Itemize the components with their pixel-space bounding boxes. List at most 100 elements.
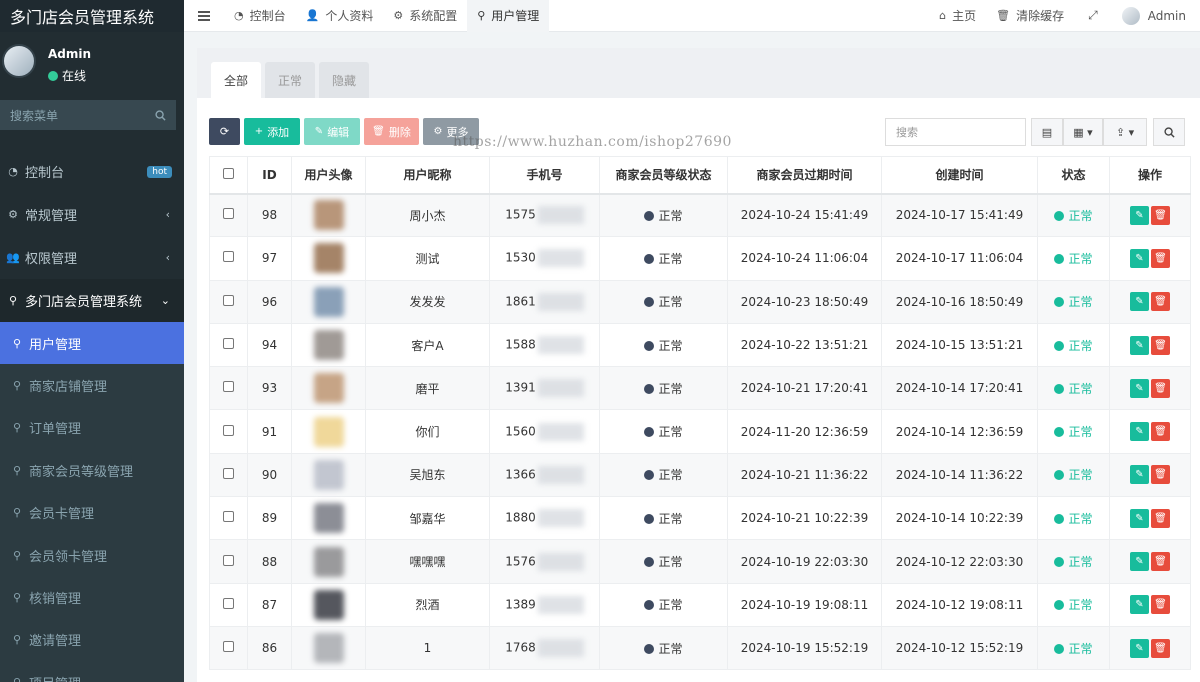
refresh-button[interactable]: ⟳ [209, 118, 240, 145]
trash-icon: 🗑 [1154, 339, 1167, 351]
home-link[interactable]: ⌂ 主页 [929, 0, 986, 32]
sidebar-item-permission[interactable]: 👥 权限管理 ‹ [0, 236, 184, 279]
row-checkbox-cell[interactable] [209, 366, 248, 411]
row-edit-button[interactable]: ✎ [1130, 205, 1149, 225]
row-edit-button[interactable]: ✎ [1130, 378, 1149, 398]
row-checkbox-cell[interactable] [209, 452, 248, 498]
table-row[interactable]: 91 你们 1560 正常 2024-11-20 12:36:59 2024-10-14 … [209, 409, 1191, 454]
row-checkbox[interactable] [223, 381, 234, 393]
tab-profile[interactable]: 👤 个人资料 [296, 0, 384, 32]
sidebar-item-card-claim[interactable]: ⚲ 会员领卡管理 [0, 533, 184, 577]
table-row[interactable]: 86 1 1768 正常 2024-10-19 15:52:19 2024-10-12 1… [209, 625, 1191, 671]
row-edit-button[interactable]: ✎ [1130, 552, 1149, 572]
map-marker-icon: ⚲ [12, 379, 22, 393]
row-checkbox[interactable] [223, 554, 234, 566]
row-checkbox-cell[interactable] [209, 582, 248, 627]
table-row[interactable]: 90 吴旭东 1366 正常 2024-10-21 11:36:22 2024-10-14… [209, 452, 1191, 498]
sidebar-item-invitation[interactable]: ⚲ 邀请管理 [0, 618, 184, 662]
row-checkbox[interactable] [223, 294, 234, 306]
tab-all[interactable]: 全部 [211, 62, 261, 98]
row-checkbox-cell[interactable] [209, 409, 248, 454]
row-checkbox[interactable] [223, 641, 234, 653]
sidebar-item-order-management[interactable]: ⚲ 订单管理 [0, 406, 184, 450]
table-row[interactable]: 93 磨平 1391 正常 2024-10-21 17:20:41 2024-10-14 … [209, 366, 1191, 411]
table-row[interactable]: 98 周小杰 1575 正常 2024-10-24 15:41:49 2024-10-17… [209, 192, 1191, 238]
sidebar-item-member-level[interactable]: ⚲ 商家会员等级管理 [0, 449, 184, 492]
row-checkbox-cell[interactable] [209, 236, 248, 281]
row-edit-button[interactable]: ✎ [1130, 248, 1149, 268]
toggle-view-button[interactable]: ▤ [1031, 118, 1063, 146]
sidebar-item-multistore[interactable]: ⚲ 多门店会员管理系统 ⌄ [0, 279, 184, 322]
row-checkbox[interactable] [223, 597, 234, 609]
table-row[interactable]: 87 烈酒 1389 正常 2024-10-19 19:08:11 2024-10-12 … [209, 582, 1191, 627]
table-row[interactable]: 89 邹嘉华 1880 正常 2024-10-21 10:22:39 2024-10-14… [209, 496, 1191, 541]
row-edit-button[interactable]: ✎ [1130, 422, 1149, 442]
tab-hidden[interactable]: 隐藏 [319, 62, 369, 98]
phone-redacted [537, 639, 584, 658]
row-checkbox[interactable] [223, 338, 234, 350]
row-checkbox-cell[interactable] [209, 279, 248, 324]
sidebar-item-member-card[interactable]: ⚲ 会员卡管理 [0, 491, 184, 534]
table-row[interactable]: 96 发发发 1861 正常 2024-10-23 18:50:49 2024-10-16… [209, 279, 1191, 324]
row-edit-button[interactable]: ✎ [1130, 335, 1149, 355]
row-delete-button[interactable]: 🗑 [1151, 248, 1170, 268]
tab-normal[interactable]: 正常 [265, 62, 315, 98]
column-header-id[interactable]: ID [247, 156, 292, 195]
table-row[interactable]: 97 测试 1530 正常 2024-10-24 11:06:04 2024-10-17 … [209, 236, 1191, 281]
row-checkbox-cell[interactable] [209, 496, 248, 541]
delete-button[interactable]: 🗑 删除 [364, 118, 419, 145]
row-delete-button[interactable]: 🗑 [1151, 465, 1170, 485]
row-checkbox[interactable] [223, 424, 234, 436]
row-checkbox[interactable] [223, 511, 234, 523]
admin-menu[interactable]: Admin [1112, 0, 1200, 32]
row-checkbox[interactable] [223, 208, 234, 220]
clear-cache-button[interactable]: 🗑 清除缓存 [986, 0, 1074, 32]
row-edit-button[interactable]: ✎ [1130, 465, 1149, 485]
row-delete-button[interactable]: 🗑 [1151, 638, 1170, 658]
row-checkbox-cell[interactable] [209, 322, 248, 368]
sidebar-item-user-management[interactable]: ⚲ 用户管理 [0, 322, 184, 365]
tab-dashboard[interactable]: ◔ 控制台 [224, 0, 296, 32]
sidebar-item-dashboard[interactable]: ◔ 控制台 hot [0, 150, 184, 193]
row-checkbox-cell[interactable] [209, 192, 248, 238]
row-edit-button[interactable]: ✎ [1130, 595, 1149, 615]
export-button[interactable]: ⇪ ▾ [1103, 118, 1147, 146]
fullscreen-button[interactable]: ⤢ [1074, 0, 1112, 32]
row-delete-button[interactable]: 🗑 [1151, 595, 1170, 615]
row-delete-button[interactable]: 🗑 [1151, 292, 1170, 312]
row-delete-button[interactable]: 🗑 [1151, 552, 1170, 572]
sidebar-item-shop-management[interactable]: ⚲ 商家店铺管理 [0, 364, 184, 407]
row-delete-button[interactable]: 🗑 [1151, 508, 1170, 528]
sidebar-toggle-button[interactable] [184, 0, 224, 32]
sidebar-item-verification[interactable]: ⚲ 核销管理 [0, 576, 184, 619]
row-delete-button[interactable]: 🗑 [1151, 205, 1170, 225]
sidebar-search-input[interactable]: 搜索菜单 [0, 100, 176, 130]
trash-icon: 🗑 [1154, 426, 1167, 438]
row-edit-button[interactable]: ✎ [1130, 638, 1149, 658]
row-edit-button[interactable]: ✎ [1130, 292, 1149, 312]
table-row[interactable]: 88 嘿嘿嘿 1576 正常 2024-10-19 22:03:30 2024-10-12… [209, 539, 1191, 584]
edit-button[interactable]: ✎ 编辑 [304, 118, 360, 145]
search-toggle-button[interactable] [1153, 118, 1185, 146]
row-checkbox[interactable] [223, 467, 234, 479]
trash-icon: 🗑 [1154, 556, 1167, 568]
row-checkbox-cell[interactable] [209, 539, 248, 584]
columns-button[interactable]: ▦ ▾ [1063, 118, 1103, 146]
row-checkbox[interactable] [223, 251, 234, 263]
select-all-checkbox[interactable] [209, 156, 248, 195]
status-dot-icon [1054, 297, 1065, 308]
row-delete-button[interactable]: 🗑 [1151, 335, 1170, 355]
row-edit-button[interactable]: ✎ [1130, 508, 1149, 528]
sidebar-item-project[interactable]: ⚲ 项目管理 [0, 661, 184, 682]
tab-user-management[interactable]: ⚲ 用户管理 [467, 0, 550, 32]
tab-system-config[interactable]: ⚙ 系统配置 [383, 0, 467, 32]
add-button[interactable]: + 添加 [244, 118, 300, 145]
search-placeholder: 搜索 [896, 126, 918, 139]
table-search-input[interactable]: 搜索 [885, 118, 1026, 146]
row-checkbox-cell[interactable] [209, 625, 248, 671]
status-dot-icon [644, 600, 655, 611]
table-row[interactable]: 94 客户A 1588 正常 2024-10-22 13:51:21 2024-10-15… [209, 322, 1191, 368]
row-delete-button[interactable]: 🗑 [1151, 378, 1170, 398]
row-delete-button[interactable]: 🗑 [1151, 422, 1170, 442]
sidebar-item-general[interactable]: ⚙ 常规管理 ‹ [0, 193, 184, 236]
